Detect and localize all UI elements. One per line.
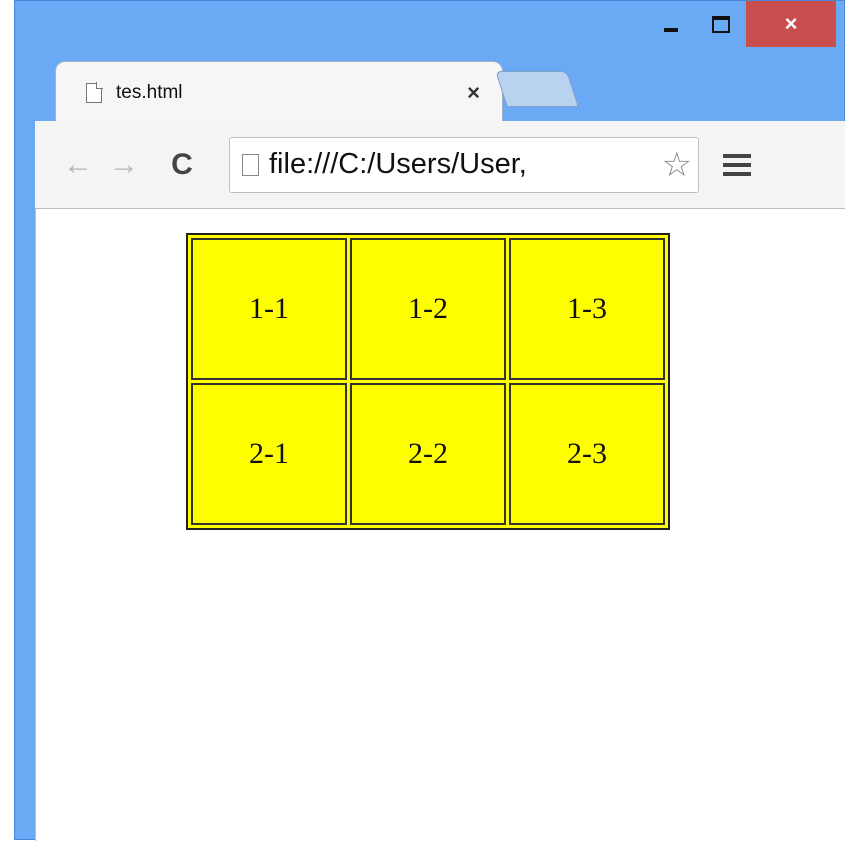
- window-caption-buttons: ×: [646, 1, 836, 47]
- maximize-button[interactable]: [696, 1, 746, 47]
- table-cell: 1-3: [509, 238, 665, 380]
- menu-bar-line: [723, 162, 751, 167]
- maximize-icon: [712, 15, 730, 33]
- tab-title: tes.html: [116, 81, 183, 103]
- url-text[interactable]: file:///C:/Users/User,: [269, 148, 660, 181]
- table-cell: 2-1: [191, 383, 347, 525]
- minimize-button[interactable]: [646, 1, 696, 47]
- tab-close-icon[interactable]: ×: [467, 80, 480, 106]
- file-icon: [86, 81, 103, 103]
- browser-toolbar: ← → C file:///C:/Users/User, ☆: [35, 121, 845, 209]
- table-row: 1-1 1-2 1-3: [191, 238, 665, 380]
- browser-window: × tes.html × ← → C file:///C:/Users/User…: [14, 0, 845, 841]
- desktop-background: [0, 0, 14, 840]
- reload-icon[interactable]: C: [155, 148, 209, 182]
- minimize-icon: [664, 28, 678, 32]
- table-cell: 2-3: [509, 383, 665, 525]
- table-cell: 1-1: [191, 238, 347, 380]
- tab-active[interactable]: tes.html ×: [55, 61, 503, 123]
- menu-bar-line: [723, 153, 751, 158]
- table-row: 2-1 2-2 2-3: [191, 383, 665, 525]
- table-cell: 1-2: [350, 238, 506, 380]
- yellow-table: 1-1 1-2 1-3 2-1 2-2 2-3: [186, 233, 670, 530]
- back-arrow-icon[interactable]: ←: [55, 148, 101, 182]
- forward-arrow-icon[interactable]: →: [101, 148, 147, 182]
- hamburger-menu-icon[interactable]: [723, 153, 751, 176]
- address-bar[interactable]: file:///C:/Users/User, ☆: [229, 136, 699, 193]
- table-cell: 2-2: [350, 383, 506, 525]
- close-window-button[interactable]: ×: [746, 1, 836, 47]
- new-tab-button[interactable]: [495, 71, 579, 107]
- close-icon: ×: [784, 11, 798, 36]
- bookmark-star-icon[interactable]: ☆: [662, 145, 692, 185]
- menu-bar-line: [723, 171, 751, 176]
- page-info-file-icon: [242, 153, 259, 176]
- page-viewport: 1-1 1-2 1-3 2-1 2-2 2-3: [35, 209, 845, 841]
